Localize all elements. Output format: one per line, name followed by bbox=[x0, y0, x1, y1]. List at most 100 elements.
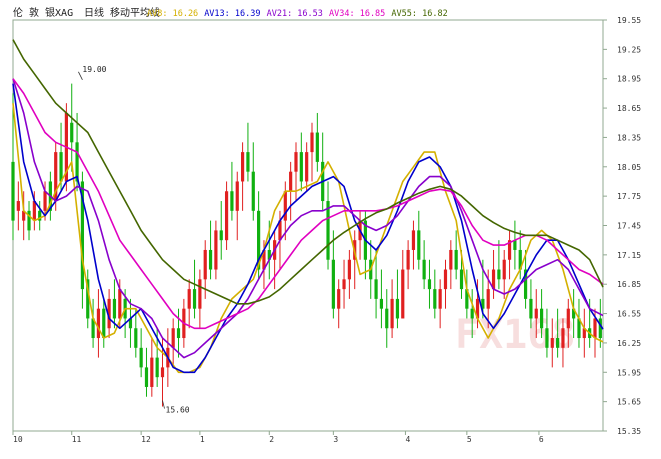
candle-body bbox=[59, 152, 63, 182]
candle-body bbox=[454, 249, 458, 270]
candle-body bbox=[449, 249, 453, 270]
candle-body bbox=[283, 191, 287, 221]
candle-body bbox=[326, 201, 330, 260]
candle-body bbox=[192, 289, 197, 309]
candle-body bbox=[406, 249, 410, 270]
candle-body bbox=[545, 328, 549, 348]
candle-body bbox=[385, 308, 389, 329]
candle-body bbox=[102, 308, 106, 339]
candle-body bbox=[593, 318, 597, 339]
candle-body bbox=[150, 357, 154, 387]
candle-body bbox=[203, 249, 207, 280]
candle-body bbox=[171, 328, 175, 348]
symbol-label: 伦 敦 银XAG bbox=[13, 6, 73, 19]
price-chart: FX168 19.5519.2518.9518.6518.3518.0517.7… bbox=[0, 0, 661, 455]
candle-body bbox=[70, 122, 74, 143]
candle-body bbox=[529, 298, 533, 319]
y-tick-label: 17.75 bbox=[617, 192, 641, 201]
candle-body bbox=[96, 308, 101, 339]
candle-body bbox=[294, 152, 298, 172]
candle-body bbox=[219, 230, 223, 241]
candle-body bbox=[337, 289, 341, 309]
low-label: 15.60 bbox=[166, 406, 190, 415]
candle-body bbox=[417, 230, 421, 260]
x-tick-label: 10 bbox=[13, 435, 23, 444]
candle-body bbox=[16, 201, 20, 211]
candle-body bbox=[43, 191, 47, 211]
legend-item-4: AV34: 16.85 bbox=[329, 9, 385, 19]
x-tick-label: 12 bbox=[141, 435, 151, 444]
candle-body bbox=[240, 152, 245, 182]
candle-body bbox=[427, 279, 432, 290]
y-tick-label: 18.35 bbox=[617, 133, 641, 142]
candle-body bbox=[561, 328, 565, 348]
candle-body bbox=[118, 289, 122, 319]
candle-body bbox=[11, 161, 15, 221]
y-tick-label: 17.15 bbox=[617, 251, 641, 260]
candle-body bbox=[422, 259, 426, 280]
candle-body bbox=[486, 289, 490, 309]
candle-body bbox=[513, 240, 517, 250]
candle-body bbox=[112, 298, 117, 319]
y-tick-label: 19.25 bbox=[617, 45, 641, 54]
y-tick-label: 15.95 bbox=[617, 368, 641, 377]
y-tick-label: 18.65 bbox=[617, 104, 641, 113]
candle-body bbox=[502, 259, 506, 280]
candle-body bbox=[470, 308, 474, 319]
candle-body bbox=[198, 279, 202, 309]
candle-body bbox=[443, 269, 448, 290]
candle-body bbox=[289, 171, 293, 192]
candle-body bbox=[251, 171, 255, 211]
candle-body bbox=[395, 298, 400, 319]
candle-body bbox=[235, 181, 239, 211]
y-tick-label: 19.55 bbox=[617, 16, 641, 25]
x-tick-label: 1 bbox=[200, 435, 205, 444]
candle-body bbox=[160, 367, 165, 378]
y-tick-label: 16.55 bbox=[617, 310, 641, 319]
candle-body bbox=[176, 328, 181, 339]
candle-body bbox=[534, 308, 538, 319]
candle-body bbox=[459, 269, 464, 290]
legend-item-2: AV13: 16.39 bbox=[204, 9, 260, 19]
candle-body bbox=[374, 279, 378, 299]
candle-body bbox=[144, 367, 149, 387]
y-tick-label: 18.95 bbox=[617, 75, 641, 84]
x-tick-label: 11 bbox=[72, 435, 82, 444]
y-tick-label: 16.85 bbox=[617, 280, 641, 289]
y-tick-label: 15.65 bbox=[617, 398, 641, 407]
x-tick-label: 4 bbox=[405, 435, 410, 444]
legend-item-3: AV21: 16.53 bbox=[267, 9, 323, 19]
x-tick-label: 5 bbox=[467, 435, 472, 444]
candle-body bbox=[139, 347, 143, 368]
candle-body bbox=[390, 298, 394, 329]
x-tick-label: 2 bbox=[269, 435, 274, 444]
candle-body bbox=[342, 279, 346, 290]
candle-body bbox=[134, 328, 138, 348]
candle-body bbox=[315, 132, 319, 162]
candle-body bbox=[187, 289, 191, 309]
x-tick-label: 6 bbox=[539, 435, 544, 444]
candle-body bbox=[438, 289, 442, 309]
candle-body bbox=[32, 201, 36, 221]
candle-body bbox=[347, 259, 351, 280]
legend-item-1: AV8: 16.26 bbox=[147, 9, 198, 19]
candle-body bbox=[224, 191, 229, 241]
y-tick-label: 15.35 bbox=[617, 427, 641, 436]
candle-body bbox=[230, 191, 234, 211]
legend-item-5: AV55: 16.82 bbox=[391, 9, 447, 19]
y-tick-label: 18.05 bbox=[617, 163, 641, 172]
candle-body bbox=[75, 142, 79, 182]
candle-body bbox=[331, 259, 335, 309]
candle-body bbox=[310, 132, 314, 153]
y-tick-label: 17.45 bbox=[617, 222, 641, 231]
candle-body bbox=[401, 269, 405, 319]
candle-body bbox=[433, 289, 437, 309]
chart-root: FX168 19.55 19.25 18.95 18.65 18.35 18.05 17.7… bbox=[0, 0, 661, 455]
candle-body bbox=[246, 152, 250, 172]
candle-body bbox=[155, 357, 159, 378]
candle-body bbox=[299, 152, 303, 182]
candle-body bbox=[550, 338, 554, 348]
candle-body bbox=[539, 308, 544, 329]
y-tick-label: 16.25 bbox=[617, 339, 641, 348]
candle-body bbox=[379, 298, 384, 309]
